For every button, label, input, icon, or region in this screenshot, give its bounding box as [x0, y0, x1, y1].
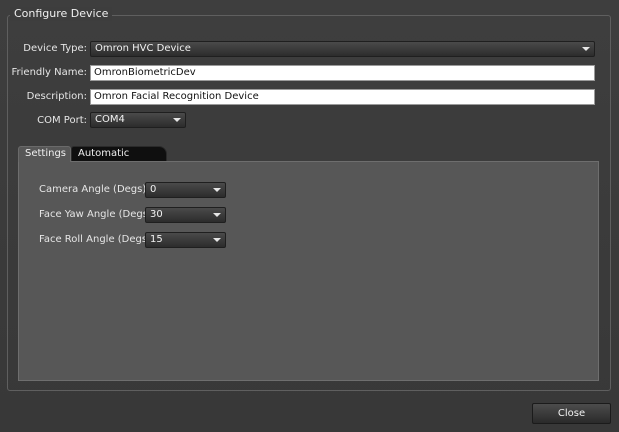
- settings-tab-panel: Camera Angle (Degs): 0 Face Yaw Angle (D…: [18, 161, 599, 381]
- camera-angle-dropdown[interactable]: 0: [145, 182, 226, 198]
- chevron-down-icon: [213, 213, 221, 217]
- chevron-down-icon: [173, 118, 181, 122]
- face-yaw-dropdown[interactable]: 30: [145, 207, 226, 223]
- tab-automatic-actions[interactable]: Automatic Actions: [71, 146, 167, 173]
- camera-angle-label: Camera Angle (Degs):: [39, 184, 150, 195]
- friendly-name-label: Friendly Name:: [11, 67, 88, 78]
- camera-angle-value: 0: [150, 184, 157, 195]
- configure-device-window: Configure Device Device Type: Omron HVC …: [0, 0, 619, 432]
- face-roll-label: Face Roll Angle (Degs):: [39, 234, 155, 245]
- com-port-value: COM4: [95, 114, 125, 125]
- device-type-dropdown[interactable]: Omron HVC Device: [90, 41, 595, 57]
- close-button[interactable]: Close: [532, 403, 611, 424]
- tab-settings[interactable]: Settings: [18, 146, 71, 162]
- device-type-value: Omron HVC Device: [95, 43, 191, 54]
- group-title: Configure Device: [10, 7, 113, 21]
- face-yaw-value: 30: [150, 209, 163, 220]
- description-field[interactable]: Omron Facial Recognition Device: [90, 89, 595, 105]
- com-port-dropdown[interactable]: COM4: [90, 112, 186, 128]
- com-port-label: COM Port:: [37, 115, 87, 126]
- description-label: Description:: [26, 91, 87, 102]
- chevron-down-icon: [582, 47, 590, 51]
- face-roll-value: 15: [150, 234, 163, 245]
- friendly-name-field[interactable]: OmronBiometricDev: [90, 65, 595, 81]
- face-roll-dropdown[interactable]: 15: [145, 232, 226, 248]
- chevron-down-icon: [213, 238, 221, 242]
- chevron-down-icon: [213, 188, 221, 192]
- face-yaw-label: Face Yaw Angle (Degs):: [39, 209, 156, 220]
- device-type-label: Device Type:: [23, 43, 87, 54]
